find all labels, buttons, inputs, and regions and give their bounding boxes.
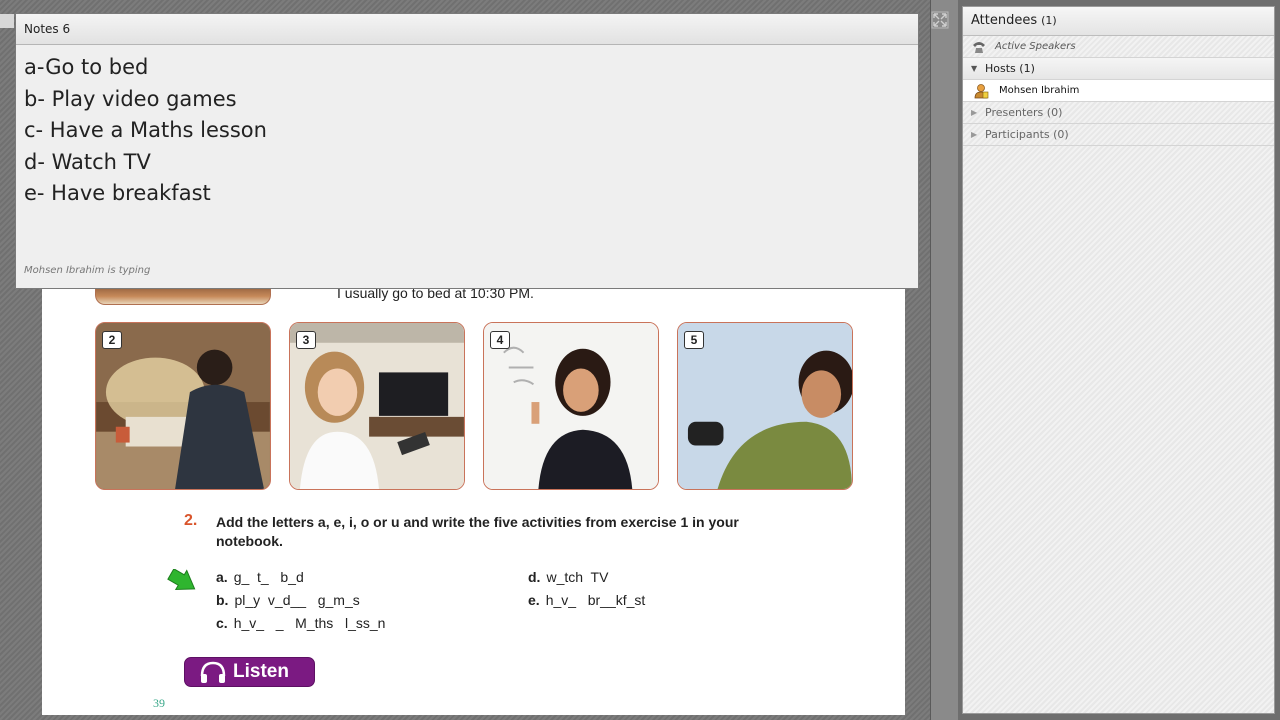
presenters-group[interactable]: ▶ Presenters (0) [963, 102, 1274, 124]
expand-down-icon[interactable]: ▼ [971, 64, 985, 73]
attendees-panel: Attendees (1) Active Speakers ▼ Hosts (1)… [962, 6, 1275, 714]
shared-document: I usually go to bed at 10:30 PM. 2 3 4 5… [42, 285, 905, 715]
expand-right-icon[interactable]: ▶ [971, 108, 985, 117]
photo-2: 2 [95, 322, 271, 490]
active-speakers-row: Active Speakers [963, 36, 1274, 58]
notes-line: a-Go to bed [24, 55, 149, 79]
listen-button[interactable]: Listen [184, 657, 315, 687]
notes-title: Notes 6 [16, 14, 918, 45]
photo-number: 4 [490, 331, 510, 349]
stage-corner-tab [0, 14, 14, 28]
photo-5: 5 [677, 322, 853, 490]
attendee-row[interactable]: Mohsen Ibrahim [963, 80, 1274, 102]
active-speakers-label: Active Speakers [995, 41, 1076, 52]
attendees-title: Attendees [971, 13, 1038, 28]
answer-d: d. w_tch TV [528, 569, 609, 585]
host-user-icon [974, 83, 989, 98]
photo-number: 5 [684, 331, 704, 349]
photo-4: 4 [483, 322, 659, 490]
notes-line: c- Have a Maths lesson [24, 118, 267, 142]
notes-line: b- Play video games [24, 86, 237, 111]
listen-label: Listen [233, 661, 289, 682]
hosts-label: Hosts (1) [985, 62, 1035, 75]
green-arrow-icon [167, 569, 196, 591]
expand-right-icon[interactable]: ▶ [971, 130, 985, 139]
maximize-icon[interactable] [930, 10, 950, 30]
stage-scrollbar[interactable] [930, 0, 958, 720]
photo-number: 2 [102, 331, 122, 349]
photo-3: 3 [289, 322, 465, 490]
participants-group[interactable]: ▶ Participants (0) [963, 124, 1274, 146]
answer-b: b. pl_y v_d__ g_m_s [216, 592, 360, 608]
hosts-group[interactable]: ▼ Hosts (1) [963, 58, 1274, 80]
answer-e: e. h_v_ br__kf_st [528, 592, 646, 608]
typing-status: Mohsen Ibrahim is typing [24, 265, 151, 276]
headphones-icon [200, 661, 226, 683]
studying-illustration [96, 323, 270, 489]
host-name: Mohsen Ibrahim [999, 85, 1080, 96]
presenters-label: Presenters (0) [985, 106, 1063, 119]
video-games-illustration [678, 323, 852, 489]
attendees-count: (1) [1041, 14, 1057, 27]
exercise-instructions: Add the letters a, e, i, o or u and writ… [216, 514, 739, 549]
attendees-header: Attendees (1) [963, 7, 1274, 36]
notes-line: d- Watch TV [24, 149, 151, 174]
photo-number: 3 [296, 331, 316, 349]
notes-text-area[interactable]: a-Go to bed b- Play video games c- Have … [16, 45, 918, 210]
notes-line: e- Have breakfast [24, 181, 211, 205]
page-number: 39 [153, 696, 165, 710]
exercise-number: 2. [184, 512, 198, 529]
answer-c: c. h_v_ _ M_ths l_ss_n [216, 615, 386, 631]
whiteboard-illustration [484, 323, 658, 489]
notes-pod[interactable]: Notes 6 a-Go to bed b- Play video games … [15, 13, 919, 289]
participants-label: Participants (0) [985, 128, 1069, 141]
watching-tv-illustration [290, 323, 464, 489]
answer-a: a. g_ t_ b_d [216, 569, 304, 585]
phone-icon [973, 41, 985, 53]
